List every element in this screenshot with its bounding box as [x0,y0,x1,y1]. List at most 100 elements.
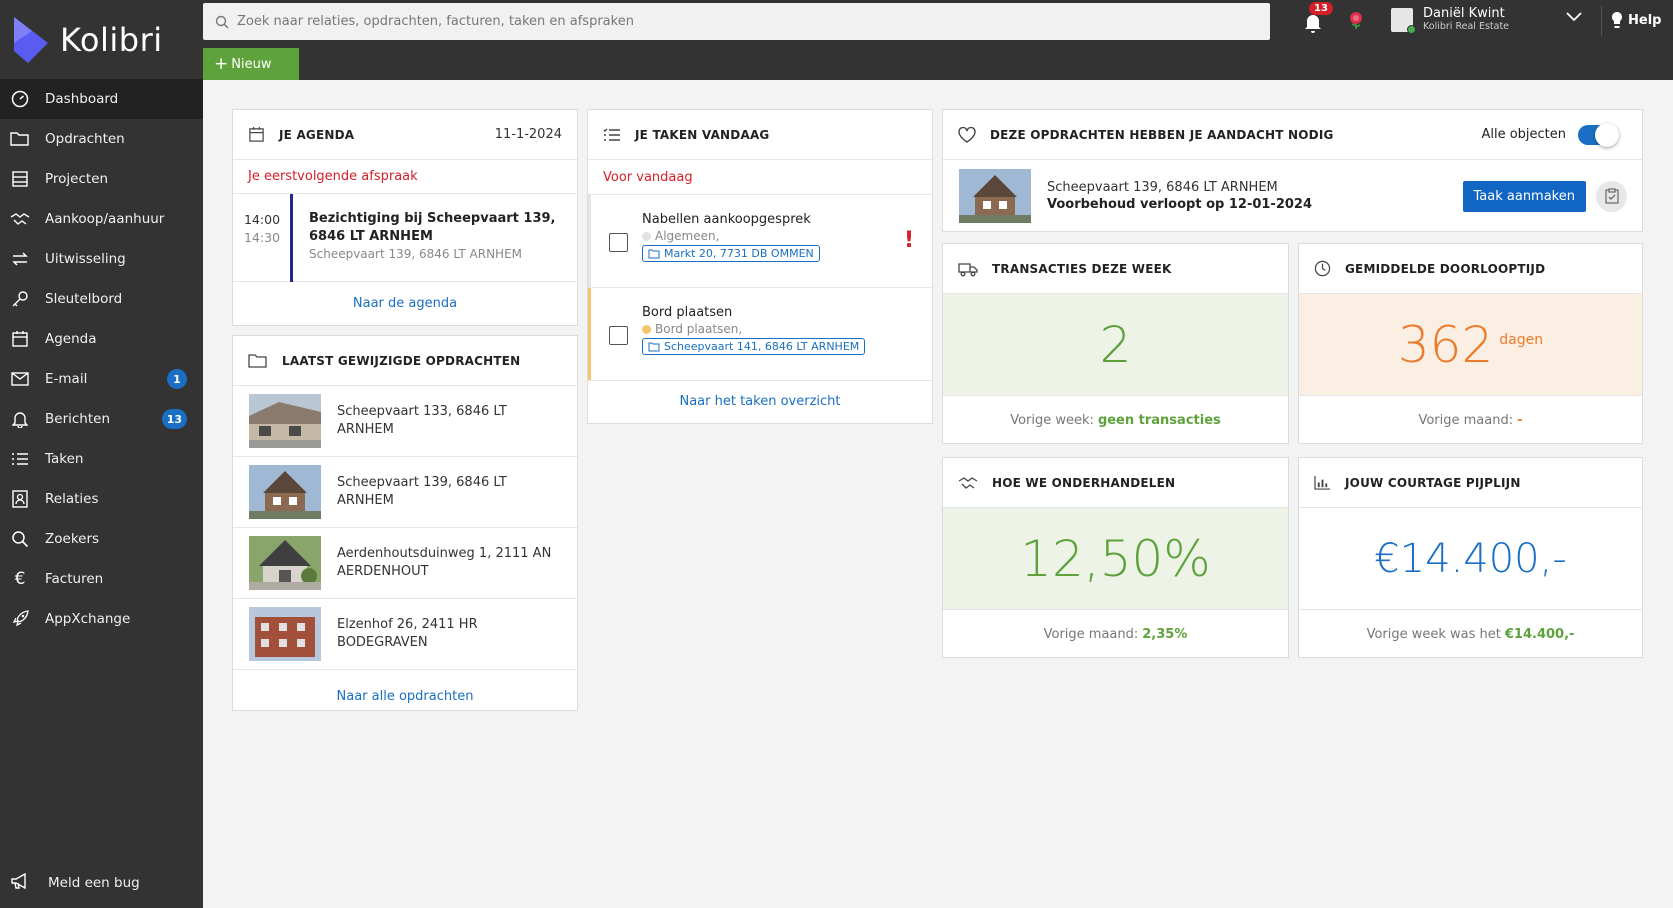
clipboard-check-icon [1604,188,1619,204]
negotiation-title: HOE WE ONDERHANDELEN [992,475,1176,490]
report-bug-label: Meld een bug [48,875,140,891]
tasks-card: JE TAKEN VANDAAG Voor vandaag Nabellen a… [587,109,933,424]
sidebar-item-taken[interactable]: Taken [0,439,203,479]
search-placeholder: Zoek naar relaties, opdrachten, facturen… [237,14,634,29]
avatar [1391,7,1416,34]
listing-address: Aerdenhoutsduinweg 1, 2111 AN AERDENHOUT [337,546,552,579]
task-object-chip[interactable]: Markt 20, 7731 DB OMMEN [642,245,820,262]
attention-title: DEZE OPDRACHTEN HEBBEN JE AANDACHT NODIG [990,127,1334,142]
sidebar-item-dashboard[interactable]: Dashboard [0,79,203,119]
negotiation-footer: Vorige maand: 2,35% [943,609,1288,658]
sidebar-item-facturen[interactable]: € Facturen [0,559,203,599]
task-title: Nabellen aankoopgesprek [642,212,811,227]
sidebar-item-label: E-mail [45,371,88,387]
all-objects-toggle[interactable] [1578,122,1619,147]
folder-icon [10,129,30,149]
task-item[interactable]: Nabellen aankoopgesprek Algemeen, Markt … [588,195,932,288]
transactions-foot-value: geen transacties [1097,412,1221,428]
sidebar-item-projecten[interactable]: Projecten [0,159,203,199]
new-button[interactable]: + Nieuw [203,48,299,80]
sidebar-item-uitwisseling[interactable]: Uitwisseling [0,239,203,279]
agenda-link[interactable]: Naar de agenda [353,296,457,311]
listing-row[interactable]: Elzenhof 26, 2411 HR BODEGRAVEN [233,599,577,670]
online-status-dot [1407,24,1416,34]
appointment-times: 14:00 14:30 [233,194,290,281]
sidebar-item-agenda[interactable]: Agenda [0,319,203,359]
listing-address: Elzenhof 26, 2411 HR BODEGRAVEN [337,617,478,650]
kolibri-logo-icon [14,16,48,63]
task-object-label: Markt 20, 7731 DB OMMEN [664,247,814,260]
listing-row[interactable]: Scheepvaart 133, 6846 LT ARNHEM [233,386,577,457]
task-item[interactable]: Bord plaatsen Bord plaatsen, Scheepvaart… [588,288,932,381]
appointment-end: 14:30 [244,230,281,245]
house-photo [249,536,321,590]
next-appointment-label: Je eerstvolgende afspraak [233,160,577,194]
exchange-icon [10,249,30,269]
listing-row[interactable]: Scheepvaart 139, 6846 LT ARNHEM [233,457,577,528]
search-icon [10,529,30,549]
chevron-down-icon[interactable] [1566,12,1582,22]
sidebar-item-label: AppXchange [45,611,131,627]
mail-icon [10,369,30,389]
listing-address: Scheepvaart 133, 6846 LT ARNHEM [337,404,507,437]
megaphone-icon [10,872,30,893]
calendar-icon [249,126,264,142]
clipboard-button[interactable] [1596,180,1627,212]
bar-chart-icon [1314,475,1330,490]
help-button[interactable]: Help [1611,11,1661,29]
task-checkbox[interactable] [609,233,628,252]
attention-note: Voorbehoud verloopt op 12-01-2024 [1047,197,1313,212]
sidebar-item-email[interactable]: E-mail 1 [0,359,203,399]
lead-time-header: GEMIDDELDE DOORLOOPTIJD [1299,244,1642,294]
contact-icon [10,489,30,509]
tasks-overview-link[interactable]: Naar het taken overzicht [679,394,840,409]
sidebar-item-label: Agenda [45,331,97,347]
handshake-icon [10,209,30,229]
sidebar-item-zoekers[interactable]: Zoekers [0,519,203,559]
task-checkbox[interactable] [609,326,628,345]
appointment-start: 14:00 [244,212,281,227]
lightbulb-icon [1612,12,1622,28]
task-category-label: Bord plaatsen, [655,322,743,336]
user-name: Daniël Kwint [1423,6,1505,21]
sidebar-item-label: Projecten [45,171,109,187]
task-title: Bord plaatsen [642,305,733,320]
appointment-item[interactable]: 14:00 14:30 Bezichtiging bij Scheepvaart… [233,194,577,282]
all-listings-link[interactable]: Naar alle opdrachten [337,689,474,704]
transactions-foot-label: Vorige week: [1010,412,1094,428]
create-task-button[interactable]: Taak aanmaken [1462,180,1586,212]
tasks-today-label: Voor vandaag [588,160,932,195]
attention-header: DEZE OPDRACHTEN HEBBEN JE AANDACHT NODIG… [943,110,1642,160]
listing-address: Scheepvaart 139, 6846 LT ARNHEM [337,475,507,508]
logo[interactable]: Kolibri [0,0,203,79]
help-label: Help [1628,12,1662,28]
negotiation-header: HOE WE ONDERHANDELEN [943,458,1288,508]
all-objects-label: Alle objecten [1481,127,1566,142]
agenda-title: JE AGENDA [279,127,355,142]
sidebar-item-berichten[interactable]: Berichten 13 [0,399,203,439]
rose-icon[interactable] [1346,10,1366,30]
task-object-chip[interactable]: Scheepvaart 141, 6846 LT ARNHEM [642,338,866,355]
listing-row[interactable]: Aerdenhoutsduinweg 1, 2111 AN AERDENHOUT [233,528,577,599]
sidebar-item-label: Dashboard [45,91,119,107]
attention-address: Scheepvaart 139, 6846 LT ARNHEM [1047,180,1278,195]
topbar: Zoek naar relaties, opdrachten, facturen… [203,0,1673,80]
sidebar-item-label: Uitwisseling [45,251,126,267]
sidebar-nav: Dashboard Opdrachten Projecten Aankoop/a… [0,79,203,639]
lead-time-card: GEMIDDELDE DOORLOOPTIJD 362 dagen Vorige… [1298,243,1643,444]
lead-time-foot-label: Vorige maand: [1418,412,1514,428]
report-bug-link[interactable]: Meld een bug [10,872,140,893]
plus-icon: + [214,53,229,74]
sidebar-item-label: Relaties [45,491,99,507]
sidebar-item-sleutelbord[interactable]: Sleutelbord [0,279,203,319]
sidebar-item-appxchange[interactable]: AppXchange [0,599,203,639]
sidebar-item-opdrachten[interactable]: Opdrachten [0,119,203,159]
commission-value-area: €14.400,- [1299,508,1642,609]
appointment-title: Bezichtiging bij Scheepvaart 139, 6846 L… [309,211,556,244]
search-input[interactable]: Zoek naar relaties, opdrachten, facturen… [203,3,1270,40]
user-menu[interactable]: Daniël Kwint Kolibri Real Estate [1391,6,1509,34]
divider [1601,6,1602,36]
sidebar-item-relaties[interactable]: Relaties [0,479,203,519]
calendar-icon [10,329,30,349]
sidebar-item-aankoop[interactable]: Aankoop/aanhuur [0,199,203,239]
